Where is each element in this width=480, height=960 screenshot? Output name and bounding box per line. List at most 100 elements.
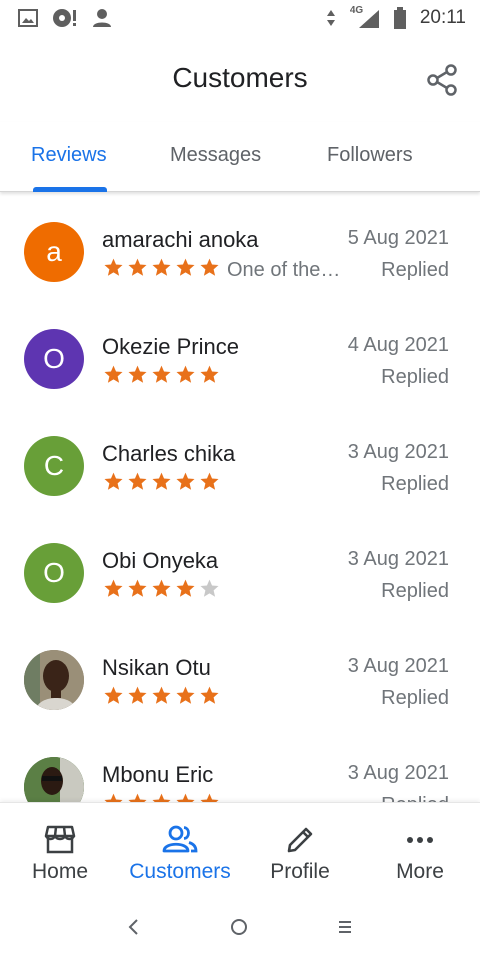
more-dots-icon [407, 837, 433, 843]
star-filled-icon [152, 686, 171, 704]
data-arrows-icon [326, 10, 335, 26]
avatar: C [24, 436, 84, 496]
signal-group: 4G [350, 5, 380, 29]
nav-item-home[interactable]: Home [0, 803, 120, 891]
review-row[interactable]: C Charles chika 3 Aug 2021 Replied [0, 406, 480, 513]
nav-item-profile[interactable]: Profile [240, 803, 360, 891]
app-bar: Customers [0, 36, 480, 122]
star-filled-icon [104, 793, 123, 802]
reply-status: Replied [381, 366, 449, 388]
star-empty-icon [200, 579, 219, 597]
image-notification-icon [18, 9, 38, 27]
disc-alert-icon [53, 9, 76, 27]
review-date: 5 Aug 2021 [347, 227, 449, 249]
avatar: a [24, 222, 84, 282]
star-filled-icon [128, 686, 147, 704]
star-filled-icon [104, 472, 123, 490]
review-date: 3 Aug 2021 [347, 548, 449, 570]
star-filled-icon [104, 258, 123, 276]
reply-status: Replied [381, 473, 449, 495]
star-filled-icon [176, 579, 195, 597]
avatar: O [24, 329, 84, 389]
review-date: 4 Aug 2021 [347, 334, 449, 356]
tab-reviews[interactable]: Reviews [31, 144, 107, 167]
home-circle-icon [231, 919, 247, 935]
tab-followers[interactable]: Followers [327, 144, 413, 167]
system-navigation-bar [0, 890, 480, 960]
reply-status: Replied [381, 259, 449, 281]
nav-label: Home [31, 860, 89, 883]
nav-label: Customers [129, 860, 231, 883]
star-filled-icon [128, 472, 147, 490]
tab-messages[interactable]: Messages [170, 144, 261, 167]
person-photo-icon [24, 650, 84, 710]
review-date: 3 Aug 2021 [347, 441, 449, 463]
star-rating [103, 364, 220, 388]
review-row[interactable]: Nsikan Otu 3 Aug 2021 Replied [0, 620, 480, 727]
review-row[interactable]: O Obi Onyeka 3 Aug 2021 Replied [0, 513, 480, 620]
star-filled-icon [152, 793, 171, 802]
system-recents-button[interactable] [330, 912, 360, 942]
star-filled-icon [104, 686, 123, 704]
reviewer-name: Obi Onyeka [102, 548, 219, 573]
nav-label: Profile [270, 860, 330, 883]
star-rating [103, 792, 220, 802]
star-filled-icon [128, 579, 147, 597]
star-filled-icon [200, 793, 219, 802]
star-filled-icon [152, 258, 171, 276]
store-icon [44, 825, 76, 854]
star-filled-icon [128, 793, 147, 802]
reviewer-name: amarachi anoka [102, 227, 259, 252]
reply-status: Replied [381, 794, 449, 802]
star-filled-icon [104, 579, 123, 597]
nav-item-customers[interactable]: Customers [120, 803, 240, 891]
signal-icon [358, 10, 379, 28]
star-filled-icon [200, 258, 219, 276]
system-home-button[interactable] [224, 912, 254, 942]
share-button[interactable] [422, 60, 462, 100]
star-filled-icon [200, 365, 219, 383]
avatar-initial: O [43, 343, 65, 374]
tab-bar: Reviews Messages Followers [0, 122, 480, 192]
avatar-initial: a [46, 236, 62, 267]
review-date: 3 Aug 2021 [347, 762, 449, 784]
star-filled-icon [176, 793, 195, 802]
reviewer-name: Charles chika [102, 441, 236, 466]
reviewer-name: Mbonu Eric [102, 762, 214, 787]
star-filled-icon [104, 365, 123, 383]
review-snippet: One of the… [227, 259, 341, 281]
review-list[interactable]: a amarachi anoka One of the… 5 Aug 2021 … [0, 192, 480, 802]
system-back-button[interactable] [119, 912, 149, 942]
share-icon [427, 64, 457, 96]
people-icon [162, 825, 198, 853]
status-left [18, 8, 112, 28]
star-filled-icon [152, 365, 171, 383]
star-filled-icon [200, 686, 219, 704]
pencil-icon [287, 827, 313, 853]
reply-status: Replied [381, 580, 449, 602]
reviewer-name: Nsikan Otu [102, 655, 211, 680]
avatar-initial: O [43, 557, 65, 588]
avatar-photo [24, 650, 84, 710]
reviewer-name: Okezie Prince [102, 334, 239, 359]
nav-item-more[interactable]: More [360, 803, 480, 891]
avatar: O [24, 543, 84, 603]
star-filled-icon [176, 686, 195, 704]
battery-icon [393, 7, 406, 29]
review-row[interactable]: O Okezie Prince 4 Aug 2021 Replied [0, 299, 480, 406]
star-filled-icon [176, 258, 195, 276]
star-filled-icon [128, 258, 147, 276]
avatar-initial: C [43, 450, 65, 481]
star-filled-icon [200, 472, 219, 490]
account-notification-icon [93, 9, 111, 27]
page-title: Customers [172, 62, 308, 93]
back-chevron-icon [128, 919, 138, 935]
menu-lines-icon [339, 921, 351, 933]
star-filled-icon [152, 579, 171, 597]
review-row[interactable]: a amarachi anoka One of the… 5 Aug 2021 … [0, 192, 480, 299]
star-rating [103, 257, 220, 281]
star-filled-icon [128, 365, 147, 383]
status-bar: 4G 20:11 [0, 0, 480, 36]
avatar-photo [24, 757, 84, 802]
review-row[interactable]: Mbonu Eric 3 Aug 2021 Replied [0, 727, 480, 802]
